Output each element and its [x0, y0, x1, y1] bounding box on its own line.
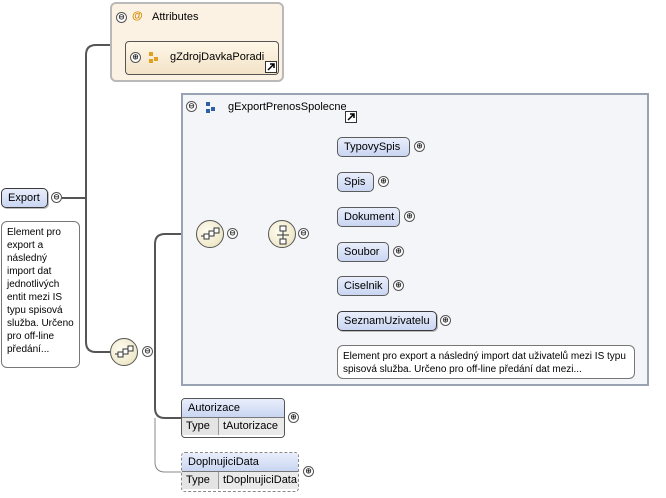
element-autorizace-label: Autorizace	[182, 399, 284, 418]
element-ciselnik[interactable]: Ciselnik	[337, 276, 389, 296]
collapse-sequence-button[interactable]: ⊖	[142, 346, 153, 357]
expand-attribute-group-button[interactable]: ⊕	[130, 52, 141, 63]
element-autorizace[interactable]: Autorizace Type tAutorizace	[181, 398, 285, 438]
type-key: Type	[182, 472, 219, 489]
group-export-prenos-spolecne: ⊖ gExportPrenosSpolecne	[181, 93, 649, 386]
group-icon	[206, 102, 215, 113]
collapse-choice-button[interactable]: ⊖	[298, 228, 309, 239]
expand-soubor-button[interactable]: ⊕	[393, 246, 404, 257]
at-icon: @	[132, 10, 143, 22]
autorizace-type-row: Type tAutorizace	[182, 418, 284, 435]
element-soubor[interactable]: Soubor	[337, 242, 389, 262]
attribute-group-name: gZdrojDavkaPoradi	[170, 51, 265, 63]
doplnujicidata-type-row: Type tDoplnujiciData	[182, 472, 298, 489]
expand-seznamuzivatelu-button[interactable]: ⊕	[440, 315, 451, 326]
sequence-compositor-icon[interactable]	[110, 338, 138, 366]
expand-typovyspis-button[interactable]: ⊕	[414, 141, 425, 152]
element-doplnujicidata-label: DoplnujiciData	[182, 453, 298, 472]
element-dokument-label: Dokument	[344, 211, 395, 223]
element-dokument[interactable]: Dokument	[337, 207, 400, 227]
collapse-sequence-inner-button[interactable]: ⊖	[227, 228, 238, 239]
type-value: tDoplnujiciData	[219, 472, 298, 489]
attribute-group-icon	[149, 52, 158, 63]
attributes-group: ⊖ @ Attributes ⊕ gZdrojDavkaPoradi	[110, 2, 284, 82]
element-seznamuzivatelu[interactable]: SeznamUzivatelu	[337, 311, 437, 331]
element-soubor-label: Soubor	[344, 246, 380, 258]
attribute-group-ref[interactable]: ⊕ gZdrojDavkaPoradi	[125, 41, 279, 75]
type-value: tAutorizace	[219, 418, 284, 435]
element-seznamuzivatelu-label: SeznamUzivatelu	[344, 315, 430, 327]
element-spis-label: Spis	[344, 176, 366, 188]
root-documentation: Element pro export a následný import dat…	[1, 221, 80, 368]
seznamuzivatelu-documentation: Element pro export a následný import dat…	[337, 345, 635, 379]
group-name: gExportPrenosSpolecne	[228, 101, 347, 113]
element-doplnujicidata[interactable]: DoplnujiciData Type tDoplnujiciData	[181, 452, 299, 492]
expand-ciselnik-button[interactable]: ⊕	[393, 280, 404, 291]
expand-spis-button[interactable]: ⊕	[378, 176, 389, 187]
element-typovyspis-label: TypovySpis	[344, 141, 401, 153]
expand-doplnujicidata-button[interactable]: ⊕	[303, 466, 314, 477]
group-reference-link-icon[interactable]	[345, 111, 357, 123]
reference-link-icon[interactable]	[265, 61, 277, 73]
collapse-root-button[interactable]: ⊖	[51, 192, 62, 203]
choice-compositor-icon[interactable]	[268, 220, 296, 248]
collapse-group-button[interactable]: ⊖	[186, 101, 197, 112]
expand-dokument-button[interactable]: ⊕	[404, 211, 415, 222]
element-spis[interactable]: Spis	[337, 172, 374, 192]
root-element-export[interactable]: Export	[1, 188, 48, 208]
sequence-compositor-inner-icon[interactable]	[196, 220, 224, 248]
root-element-label: Export	[8, 192, 40, 204]
element-typovyspis[interactable]: TypovySpis	[337, 137, 410, 157]
expand-autorizace-button[interactable]: ⊕	[288, 412, 299, 423]
collapse-attributes-button[interactable]: ⊖	[116, 12, 127, 23]
element-ciselnik-label: Ciselnik	[344, 280, 383, 292]
type-key: Type	[182, 418, 219, 435]
attributes-title: Attributes	[152, 11, 199, 23]
